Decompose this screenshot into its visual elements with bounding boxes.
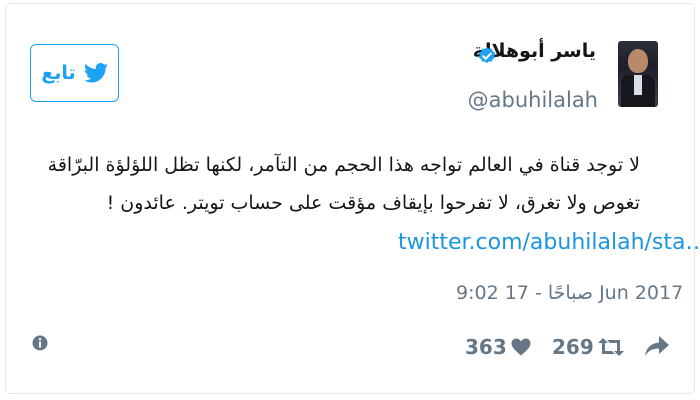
retweets-count: 269 [552,335,594,359]
likes-count: 363 [465,335,507,359]
twitter-bird-icon [83,63,108,83]
avatar-face [628,49,648,73]
avatar-shirt [634,75,642,95]
share-icon[interactable] [645,335,669,357]
likes-action[interactable]: 363 [465,334,531,360]
tweet-text: لا توجد قناة في العالم تواجه هذا الحجم م… [47,154,640,214]
retweet-icon [597,338,624,356]
verified-badge-icon [479,47,495,64]
info-icon[interactable] [32,335,48,351]
follow-button[interactable]: تابع [30,44,119,102]
author-handle[interactable]: @abuhilalah [468,88,598,112]
tweet-link[interactable]: twitter.com/abuhilalah/sta… [398,230,700,255]
heart-icon [511,338,531,356]
follow-button-label: تابع [41,62,76,84]
retweets-action[interactable]: 269 [552,334,624,360]
tweet-timestamp[interactable]: 9:02 صباحًا - 17 Jun 2017 [456,282,683,304]
author-avatar[interactable] [618,41,658,107]
